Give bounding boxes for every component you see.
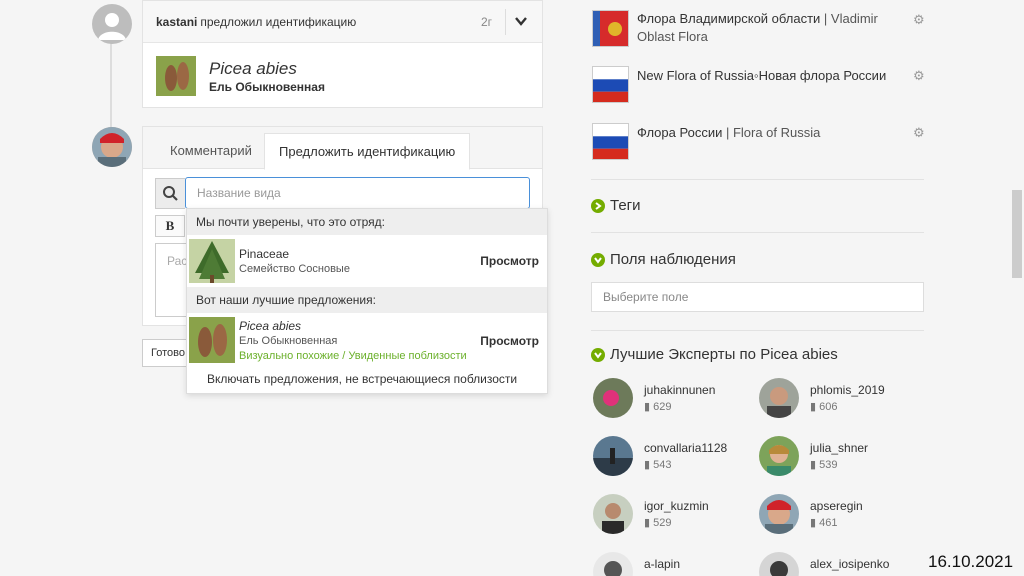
tab-comment[interactable]: Комментарий <box>156 133 266 170</box>
taxon-common-name: Ель Обыкновенная <box>209 80 325 94</box>
chevron-down-icon[interactable] <box>514 14 528 28</box>
observation-fields-heading: Поля наблюдения <box>610 251 736 268</box>
expert-count: ▮ 529 <box>644 517 672 529</box>
expert-count: ▮ 629 <box>644 401 672 413</box>
expert-username: a-lapin <box>644 557 681 571</box>
date-stamp: 16.10.2021 <box>928 552 1014 571</box>
suggestion-item[interactable]: Pinaceae Семейство Сосновые Просмотр <box>187 237 547 285</box>
project-title[interactable]: Флора Владимирской области | Vladimir Ob… <box>637 10 899 46</box>
section-divider <box>591 330 924 331</box>
suggestion-header-order: Мы почти уверены, что это отряд: <box>187 209 547 235</box>
gear-icon[interactable]: ⚙ <box>913 12 925 28</box>
expert-item[interactable]: juhakinnunen ▮ 629 <box>593 378 763 424</box>
expert-item[interactable]: igor_kuzmin ▮ 529 <box>593 494 763 540</box>
identification-card: kastani предложил идентификацию 2г Picea… <box>142 0 543 108</box>
top-experts-toggle[interactable]: Лучшие Эксперты по Picea abies <box>591 346 838 363</box>
suggestion-name: Picea abies <box>239 319 302 333</box>
observation-fields-toggle[interactable]: Поля наблюдения <box>591 251 736 268</box>
suggestion-name: Pinaceae <box>239 247 290 261</box>
identification-time: 2г <box>480 15 492 29</box>
expert-count: ▮ 543 <box>644 459 672 471</box>
expert-count: ▮ 461 <box>810 517 838 529</box>
search-icon[interactable] <box>155 178 185 209</box>
suggestion-common: Семейство Сосновые <box>239 263 350 275</box>
expert-count: ▮ 606 <box>810 401 838 413</box>
avatar <box>759 494 799 534</box>
suggestion-reason: Визуально похожие / Увиденные поблизости <box>239 350 467 362</box>
page-scrollbar[interactable] <box>1012 190 1022 278</box>
expert-username: alex_iosipenko <box>810 557 890 571</box>
identifier-username[interactable]: kastani <box>156 15 197 29</box>
project-title[interactable]: New Flora of Russia◦Новая флора России <box>637 67 899 85</box>
suggestion-header-best: Вот наши лучшие предложения: <box>187 287 547 313</box>
picea-photo <box>189 317 235 363</box>
default-avatar-icon[interactable] <box>92 4 132 44</box>
expert-item[interactable]: convallaria1128 ▮ 543 <box>593 436 763 482</box>
expert-username: julia_shner <box>810 441 869 455</box>
taxon-photo[interactable] <box>156 56 196 96</box>
species-name-input[interactable]: Название вида <box>185 177 530 209</box>
avatar <box>759 436 799 476</box>
expert-item[interactable]: apseregin ▮ 461 <box>759 494 929 540</box>
avatar <box>759 552 799 576</box>
chevron-down-icon <box>591 347 605 362</box>
taxon-scientific-name[interactable]: Picea abies <box>209 59 297 79</box>
expert-item[interactable]: a-lapin <box>593 552 763 576</box>
bold-button[interactable]: B <box>155 215 185 237</box>
species-suggestions-dropdown: Мы почти уверены, что это отряд: Pinacea… <box>186 208 548 394</box>
russia-flag-icon[interactable] <box>592 123 629 160</box>
avatar <box>593 552 633 576</box>
form-tabbar: Комментарий Предложить идентификацию <box>143 127 542 170</box>
suggestion-item[interactable]: Picea abies Ель Обыкновенная Визуально п… <box>187 315 547 365</box>
identification-action: предложил идентификацию <box>200 14 357 29</box>
expert-username: phlomis_2019 <box>810 383 885 397</box>
expert-item[interactable]: alex_iosipenko <box>759 552 929 576</box>
suggestion-common: Ель Обыкновенная <box>239 335 338 347</box>
expert-item[interactable]: julia_shner ▮ 539 <box>759 436 929 482</box>
avatar <box>593 494 633 534</box>
current-user-avatar[interactable] <box>92 127 132 167</box>
expert-username: convallaria1128 <box>644 441 728 455</box>
avatar <box>593 378 633 418</box>
top-experts-heading: Лучшие Эксперты по Picea abies <box>610 346 838 363</box>
gear-icon[interactable]: ⚙ <box>913 68 925 84</box>
tags-section-toggle[interactable]: Теги <box>591 197 641 214</box>
done-button[interactable]: Готово <box>142 339 188 367</box>
gear-icon[interactable]: ⚙ <box>913 125 925 141</box>
pinaceae-photo <box>189 239 235 283</box>
identification-body: Picea abies Ель Обыкновенная <box>143 43 542 107</box>
identification-header: kastani предложил идентификацию 2г <box>143 1 542 43</box>
project-title[interactable]: Флора России | Flora of Russia <box>637 124 899 142</box>
chevron-down-icon <box>591 252 605 267</box>
expert-item[interactable]: phlomis_2019 ▮ 606 <box>759 378 929 424</box>
view-button[interactable]: Просмотр <box>480 254 539 268</box>
timeline-line <box>110 38 112 130</box>
expert-username: apseregin <box>810 499 863 513</box>
section-divider <box>591 232 924 233</box>
avatar <box>593 436 633 476</box>
include-non-nearby-option[interactable]: Включать предложения, не встречающиеся п… <box>207 372 517 386</box>
expert-username: igor_kuzmin <box>644 499 709 513</box>
expert-count: ▮ 539 <box>810 459 838 471</box>
tab-suggest-identification[interactable]: Предложить идентификацию <box>264 133 471 170</box>
section-divider <box>591 179 924 180</box>
expert-username: juhakinnunen <box>644 383 716 397</box>
chevron-right-icon <box>591 198 605 213</box>
comment-textarea[interactable]: Рас <box>155 243 187 317</box>
avatar <box>759 378 799 418</box>
field-select[interactable]: Выберите поле <box>591 282 924 312</box>
russia-flag-icon[interactable] <box>592 66 629 103</box>
vladimir-flag-icon[interactable] <box>592 10 629 47</box>
tags-heading: Теги <box>610 197 641 214</box>
view-button[interactable]: Просмотр <box>480 334 539 348</box>
header-divider <box>505 9 506 35</box>
